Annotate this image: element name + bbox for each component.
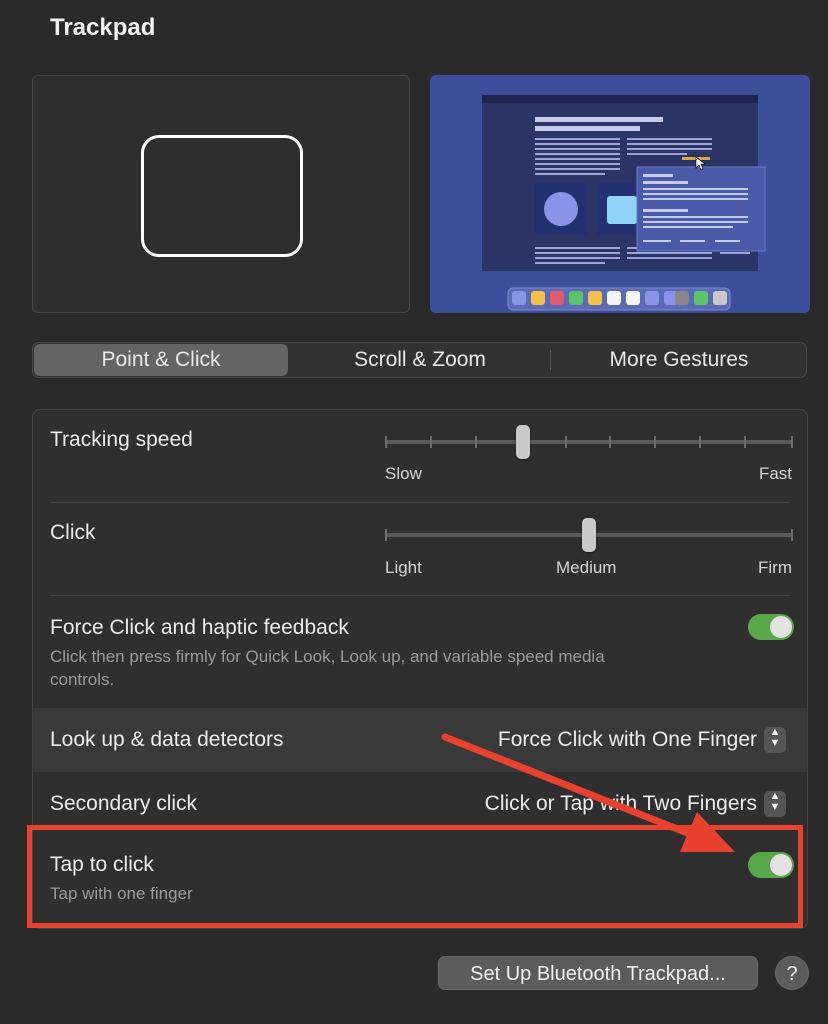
- force-click-row: Force Click and haptic feedback Click th…: [33, 596, 807, 708]
- tab-point-click[interactable]: Point & Click: [34, 344, 288, 376]
- slider-max-label: Fast: [758, 464, 792, 483]
- toggle-knob: [770, 616, 792, 638]
- tracking-speed-row: Tracking speed Slow Fast: [33, 410, 807, 502]
- look-up-chevron-icon[interactable]: ▲ ▼: [764, 727, 786, 753]
- look-up-popup[interactable]: Force Click with One Finger: [498, 728, 757, 752]
- force-click-label: Force Click and haptic feedback: [50, 616, 349, 639]
- annotation-highlight-box: [27, 825, 803, 928]
- tab-more-gestures[interactable]: More Gestures: [551, 344, 807, 376]
- tab-scroll-zoom[interactable]: Scroll & Zoom: [291, 344, 549, 376]
- trackpad-preview: [32, 75, 410, 313]
- secondary-click-popup[interactable]: Click or Tap with Two Fingers: [485, 792, 757, 816]
- help-button[interactable]: ?: [775, 956, 809, 990]
- click-pressure-row: Click Light Medium Firm: [33, 503, 807, 595]
- desktop-preview-illustration: [430, 75, 810, 313]
- force-click-description: Click then press firmly for Quick Look, …: [50, 647, 605, 689]
- tracking-speed-slider[interactable]: [385, 425, 793, 459]
- slider-min-label: Slow: [385, 464, 422, 483]
- click-pressure-knob[interactable]: [582, 518, 596, 552]
- click-pressure-slider[interactable]: [385, 518, 793, 552]
- window-title: Trackpad: [50, 14, 156, 41]
- force-click-toggle[interactable]: [748, 614, 794, 640]
- secondary-click-label: Secondary click: [50, 792, 198, 815]
- look-up-row: Look up & data detectors Force Click wit…: [33, 708, 807, 772]
- secondary-click-row: Secondary click Click or Tap with Two Fi…: [33, 772, 807, 828]
- slider-min-label: Light: [385, 558, 422, 577]
- slider-mid-label: Medium: [556, 558, 617, 577]
- tab-bar: Point & Click Scroll & Zoom More Gesture…: [32, 342, 807, 378]
- trackpad-outline-icon: [141, 135, 303, 257]
- slider-max-label: Firm: [758, 558, 792, 577]
- look-up-label: Look up & data detectors: [50, 728, 284, 751]
- setup-bluetooth-trackpad-button[interactable]: Set Up Bluetooth Trackpad...: [438, 956, 758, 990]
- secondary-click-chevron-icon[interactable]: ▲ ▼: [764, 791, 786, 817]
- click-label: Click: [50, 521, 96, 544]
- tracking-speed-knob[interactable]: [516, 425, 530, 459]
- tracking-speed-label: Tracking speed: [50, 428, 193, 451]
- gesture-demo-video: [430, 75, 810, 313]
